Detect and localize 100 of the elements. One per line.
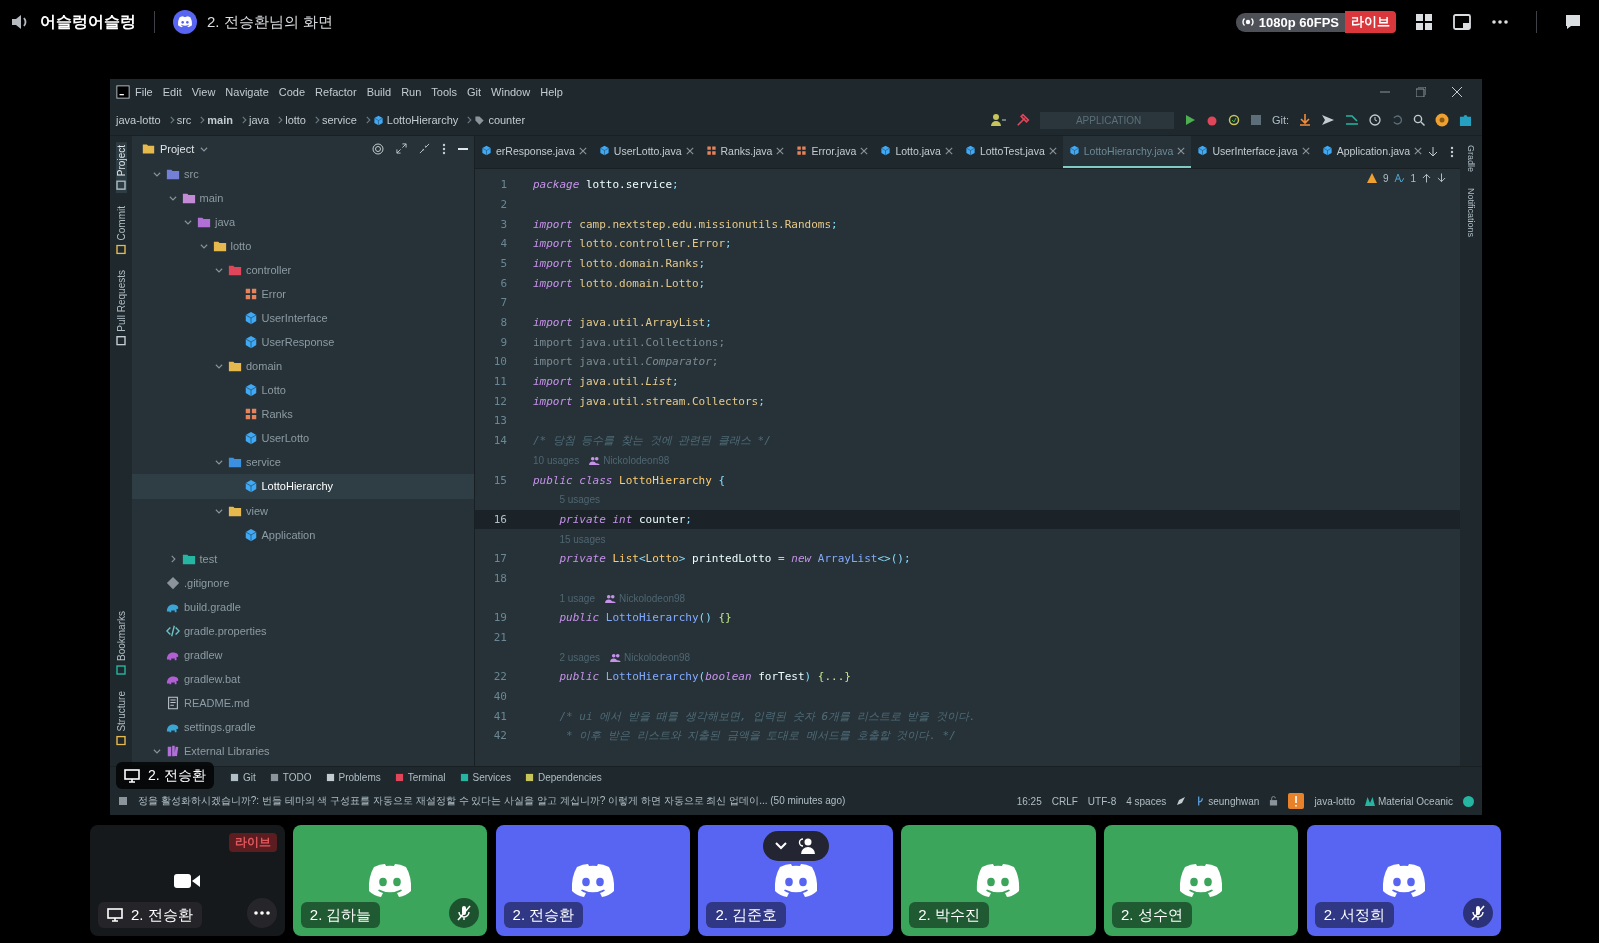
history-icon[interactable] [1369,114,1381,127]
participant-tile[interactable]: 2. 전승환 [495,825,691,936]
tool-window-tab[interactable]: Git [230,771,256,783]
tree-item[interactable]: UserLotto [132,426,474,451]
tool-window-button[interactable]: Pull Requests [115,267,127,350]
breadcrumb[interactable]: src [176,114,192,127]
close-icon[interactable] [860,146,869,155]
arrow-up-icon[interactable] [1422,173,1431,184]
breadcrumb[interactable]: LottoHierarchy [372,114,459,127]
breadcrumb[interactable]: java-lotto [116,114,161,127]
menu-item[interactable]: File [130,86,158,99]
editor-tab[interactable]: erResponse.java [475,135,593,168]
caret-position[interactable]: 16:25 [1016,795,1042,807]
menu-item[interactable]: Git [462,86,487,99]
person-icon[interactable] [989,113,1006,128]
tree-item[interactable]: Ranks [132,402,474,427]
tree-item[interactable]: UserInterface [132,306,474,331]
tree-item[interactable]: test [132,546,474,571]
editor-tab[interactable]: Lotto.java [874,135,959,168]
tree-item[interactable]: gradlew [132,642,474,667]
menu-item[interactable]: Tools [426,86,462,99]
tree-item[interactable]: domain [132,354,474,379]
settings-icon[interactable] [1435,113,1449,128]
close-icon[interactable] [1414,146,1423,155]
menu-item[interactable]: Window [486,86,536,99]
tree-item[interactable]: Lotto [132,378,474,403]
menu-item[interactable]: Navigate [220,86,274,99]
arrow-down-icon[interactable] [1428,146,1439,157]
editor-tab[interactable]: Application.java [1315,135,1429,168]
editor-tab[interactable]: Error.java [790,135,875,168]
stop-icon[interactable] [1249,114,1262,127]
tree-item[interactable]: UserResponse [132,330,474,355]
tree-item[interactable]: service [132,450,474,475]
undo-icon[interactable] [1391,114,1403,127]
editor-tab[interactable]: LottoTest.java [958,135,1063,168]
editor-tab[interactable]: UserInterface.java [1191,135,1316,168]
tool-window-button[interactable]: Commit [115,202,127,258]
close-icon[interactable] [1452,87,1462,98]
close-icon[interactable] [776,146,785,155]
tool-window-button[interactable]: Structure [115,687,127,749]
menu-item[interactable]: Help [535,86,568,99]
tree-item[interactable]: Application [132,522,474,547]
breadcrumb[interactable]: counter [474,114,526,127]
menu-item[interactable]: Code [273,86,311,99]
push-icon[interactable] [1321,114,1335,127]
menu-item[interactable]: Edit [157,86,187,99]
menu-item[interactable]: Run [396,86,427,99]
panel-title[interactable]: Project [160,142,195,155]
breadcrumb[interactable]: main [207,114,233,127]
tree-item[interactable]: LottoHierarchy [132,474,474,499]
chevron-down-icon[interactable] [774,842,787,850]
indent-setting[interactable]: 4 spaces [1126,795,1167,807]
menu-item[interactable]: View [186,86,221,99]
participant-tile[interactable]: 2. 김준호 [698,825,893,936]
arrow-down-icon[interactable] [1437,173,1446,184]
tool-window-tab[interactable]: TODO [269,771,312,783]
breadcrumb[interactable]: java [249,114,270,127]
editor-tab[interactable]: Ranks.java [699,135,791,168]
participant-tile[interactable]: 2. 성수연 [1104,825,1299,936]
expand-icon[interactable] [396,143,407,155]
more-button[interactable] [246,898,277,928]
branch-selector[interactable]: seunghwan [1196,795,1260,807]
coverage-icon[interactable] [1227,114,1240,127]
people-icon[interactable] [796,838,817,854]
tree-item[interactable]: lotto [132,234,474,259]
grid-icon[interactable] [1414,12,1434,32]
more-vertical-icon[interactable] [442,142,446,155]
tool-window-tab[interactable]: Problems [325,771,381,783]
tree-item[interactable]: view [132,498,474,523]
run-icon[interactable] [1183,114,1196,127]
participant-tile[interactable]: 2. 박수진 [901,825,1096,936]
breadcrumb[interactable]: lotto [285,114,306,127]
tree-item[interactable]: README.md [132,690,474,715]
close-icon[interactable] [578,146,587,155]
participant-tile[interactable]: 2. 김하늘 [292,825,488,936]
search-icon[interactable] [1413,114,1425,127]
tool-window-tab[interactable]: Dependencies [524,771,602,783]
tree-item[interactable]: src [132,161,474,186]
chat-icon[interactable] [1563,12,1583,32]
tree-item[interactable]: java [132,209,474,234]
popout-window-icon[interactable] [1452,12,1472,32]
tree-item[interactable]: External Libraries [132,738,474,763]
close-icon[interactable] [685,146,694,155]
close-icon[interactable] [1048,146,1057,155]
editor-tab[interactable]: UserLotto.java [592,135,700,168]
theme-selector[interactable]: Material Oceanic [1364,795,1453,807]
update-icon[interactable] [1299,114,1311,127]
hammer-icon[interactable] [1015,113,1030,128]
participant-tile[interactable]: 2. 서정희 [1306,825,1502,936]
tree-item[interactable]: gradle.properties [132,618,474,643]
breadcrumb[interactable]: service [322,114,357,127]
target-icon[interactable] [372,142,384,155]
tool-window-tab[interactable]: Services [459,771,511,783]
line-separator[interactable]: CRLF [1051,795,1078,807]
close-icon[interactable] [1177,146,1186,155]
tree-item[interactable]: Error [132,282,474,307]
more-vertical-icon[interactable] [1450,145,1455,158]
tree-item[interactable]: gradlew.bat [132,666,474,691]
editor-tab[interactable]: LottoHierarchy.java [1062,135,1192,168]
menu-item[interactable]: Build [361,86,397,99]
